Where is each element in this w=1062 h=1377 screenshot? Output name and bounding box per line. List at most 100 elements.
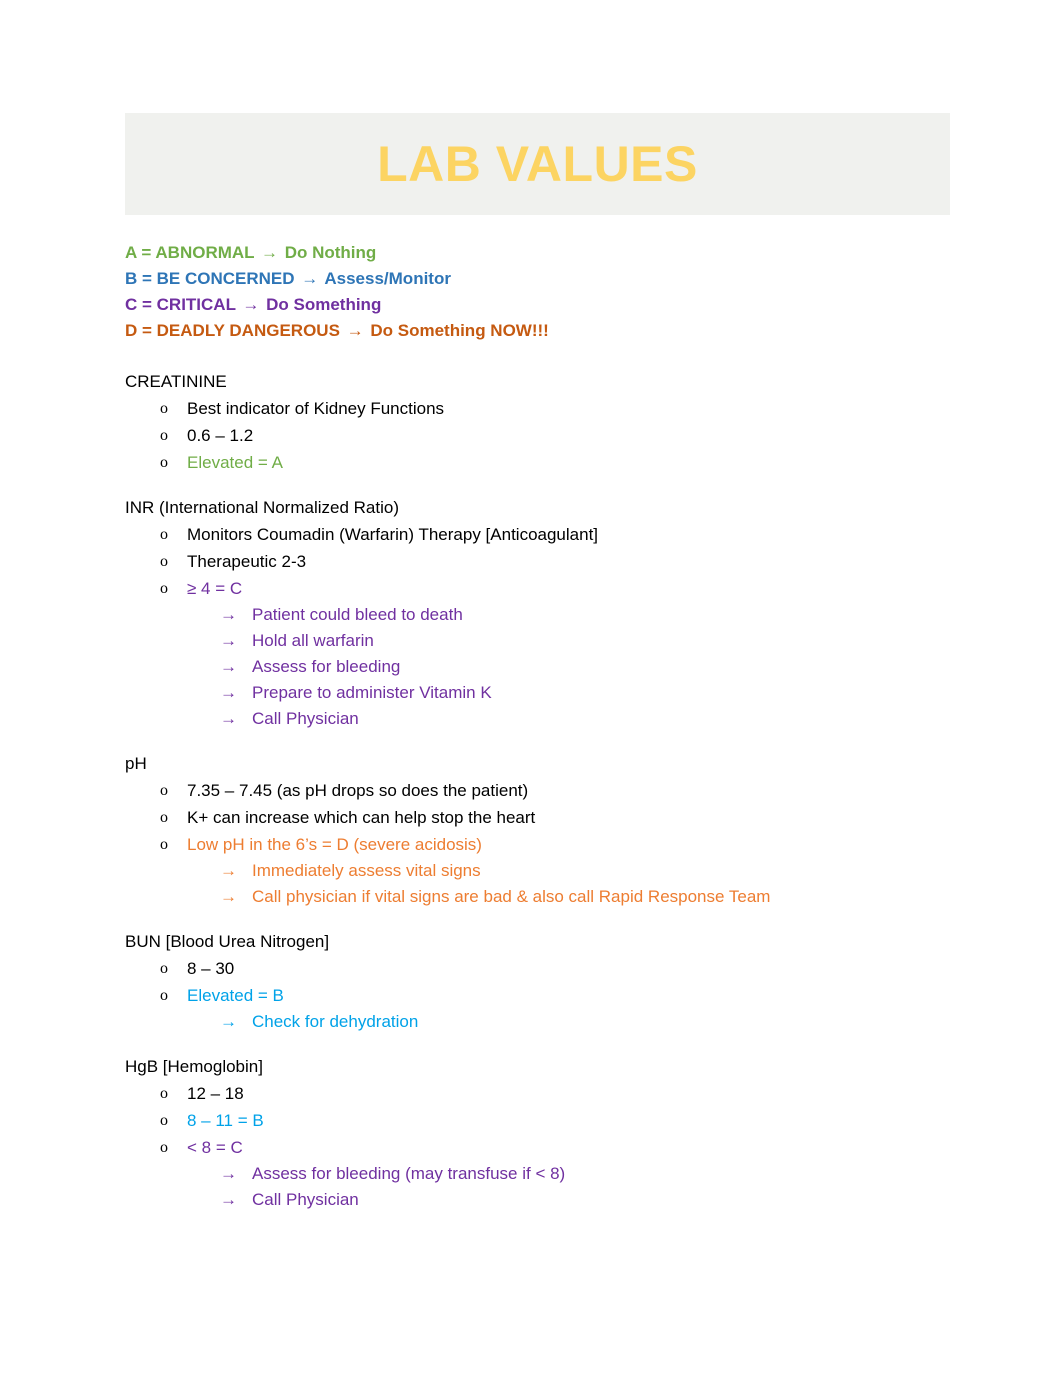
lab-values-content: CREATININE o Best indicator of Kidney Func… [125, 368, 1005, 1231]
lab-bullet-list: o 12 – 18 o 8 – 11 = B o < 8 = C → Assess for b… [125, 1080, 1005, 1213]
title-banner: LAB VALUES [125, 113, 950, 215]
list-item-label: ≥ 4 = C [187, 579, 243, 598]
list-item-label: 8 – 11 = B [187, 1111, 264, 1130]
arrow-right-icon: → [220, 1164, 237, 1183]
arrow-right-icon: → [220, 631, 237, 650]
bullet-marker-icon: o [160, 427, 168, 444]
sub-list-item-label: Call Physician [252, 709, 359, 728]
sub-list-item-label: Check for dehydration [252, 1012, 419, 1031]
list-item-label: 12 – 18 [187, 1084, 244, 1103]
list-item: o Therapeutic 2-3 [125, 548, 1005, 575]
bullet-marker-icon: o [160, 1085, 168, 1102]
list-item: o Elevated = B [125, 982, 1005, 1009]
bullet-marker-icon: o [160, 400, 168, 417]
lab-section-heading: pH [125, 754, 147, 773]
sub-list-item: → Patient could bleed to death [125, 602, 1005, 628]
legend-item: C = CRITICAL → Do Something [125, 292, 925, 318]
lab-section-heading: INR (International Normalized Ratio) [125, 498, 399, 517]
list-item: o ≥ 4 = C [125, 575, 1005, 602]
legend-action: Do Something [261, 295, 382, 314]
sub-list-item: → Check for dehydration [125, 1009, 1005, 1035]
list-item: o Low pH in the 6’s = D (severe acidosis) [125, 831, 1005, 858]
sub-list-container: → Patient could bleed to death → Hold all w… [125, 602, 1005, 732]
legend-item: A = ABNORMAL → Do Nothing [125, 240, 925, 266]
lab-section: CREATININE o Best indicator of Kidney Func… [125, 368, 1005, 476]
sub-list-item: → Prepare to administer Vitamin K [125, 680, 1005, 706]
list-item: o 8 – 30 [125, 955, 1005, 982]
sub-list-item: → Call Physician [125, 706, 1005, 732]
lab-sub-bullet-list: → Patient could bleed to death → Hold all w… [125, 602, 1005, 732]
arrow-right-icon: → [301, 269, 319, 288]
legend-action: Do Something NOW!!! [365, 321, 549, 340]
list-item: o Monitors Coumadin (Warfarin) Therapy [A… [125, 521, 1005, 548]
bullet-marker-icon: o [160, 960, 168, 977]
lab-section: HgB [Hemoglobin] o 12 – 18 o 8 – 11 = B o < 8 … [125, 1053, 1005, 1213]
list-item: o K+ can increase which can help stop the… [125, 804, 1005, 831]
sub-list-item: → Assess for bleeding (may transfuse if <… [125, 1161, 1005, 1187]
arrow-right-icon: → [220, 683, 237, 702]
arrow-right-icon: → [220, 1012, 237, 1031]
arrow-right-icon: → [220, 605, 237, 624]
bullet-marker-icon: o [160, 836, 168, 853]
arrow-right-icon: → [220, 1190, 237, 1209]
sub-list-item-label: Call Physician [252, 1190, 359, 1209]
arrow-right-icon: → [220, 861, 237, 880]
sub-list-item-label: Prepare to administer Vitamin K [252, 683, 492, 702]
list-item: o 0.6 – 1.2 [125, 422, 1005, 449]
sub-list-item: → Call physician if vital signs are bad &… [125, 884, 1005, 910]
list-item-label: Elevated = B [187, 986, 284, 1005]
list-item: o 12 – 18 [125, 1080, 1005, 1107]
list-item: o Best indicator of Kidney Functions [125, 395, 1005, 422]
legend-code: D = DEADLY DANGEROUS [125, 321, 345, 340]
list-item-label: Elevated = A [187, 453, 283, 472]
list-item-label: < 8 = C [187, 1138, 243, 1157]
arrow-right-icon: → [242, 295, 260, 314]
bullet-marker-icon: o [160, 809, 168, 826]
sub-list-item: → Hold all warfarin [125, 628, 1005, 654]
lab-section: pH o 7.35 – 7.45 (as pH drops so does the … [125, 750, 1005, 910]
lab-section-heading: HgB [Hemoglobin] [125, 1057, 263, 1076]
legend-item: B = BE CONCERNED → Assess/Monitor [125, 266, 925, 292]
arrow-right-icon: → [260, 243, 278, 262]
lab-sub-bullet-list: → Check for dehydration [125, 1009, 1005, 1035]
lab-section: INR (International Normalized Ratio) o Mon… [125, 494, 1005, 732]
bullet-marker-icon: o [160, 454, 168, 471]
sub-list-item-label: Hold all warfarin [252, 631, 374, 650]
bullet-marker-icon: o [160, 580, 168, 597]
arrow-right-icon: → [220, 709, 237, 728]
sub-list-item-label: Assess for bleeding (may transfuse if < … [252, 1164, 566, 1183]
lab-sub-bullet-list: → Immediately assess vital signs → Call phy… [125, 858, 1005, 910]
list-item-label: K+ can increase which can help stop the … [187, 808, 536, 827]
sub-list-item-label: Assess for bleeding [252, 657, 401, 676]
page-title: LAB VALUES [377, 136, 698, 192]
sub-list-item-label: Immediately assess vital signs [252, 861, 481, 880]
lab-bullet-list: o Best indicator of Kidney Functions o 0.6 … [125, 395, 1005, 476]
lab-section-heading: BUN [Blood Urea Nitrogen] [125, 932, 330, 951]
legend-item: D = DEADLY DANGEROUS → Do Something NOW!… [125, 318, 925, 344]
arrow-right-icon: → [220, 657, 237, 676]
list-item-label: 7.35 – 7.45 (as pH drops so does the pat… [187, 781, 529, 800]
sub-list-item-label: Call physician if vital signs are bad & … [252, 887, 771, 906]
bullet-marker-icon: o [160, 526, 168, 543]
list-item: o 8 – 11 = B [125, 1107, 1005, 1134]
lab-bullet-list: o 7.35 – 7.45 (as pH drops so does the pa… [125, 777, 1005, 910]
sub-list-container: → Immediately assess vital signs → Call phy… [125, 858, 1005, 910]
lab-sub-bullet-list: → Assess for bleeding (may transfuse if <… [125, 1161, 1005, 1213]
arrow-right-icon: → [220, 887, 237, 906]
lab-bullet-list: o Monitors Coumadin (Warfarin) Therapy [A… [125, 521, 1005, 732]
list-item: o < 8 = C [125, 1134, 1005, 1161]
arrow-right-icon: → [346, 321, 364, 340]
sub-list-item: → Call Physician [125, 1187, 1005, 1213]
list-item: o Elevated = A [125, 449, 1005, 476]
bullet-marker-icon: o [160, 1139, 168, 1156]
bullet-marker-icon: o [160, 1112, 168, 1129]
legend-code: A = ABNORMAL [125, 243, 259, 262]
sub-list-container: → Check for dehydration [125, 1009, 1005, 1035]
legend-action: Do Nothing [279, 243, 377, 262]
sub-list-item: → Assess for bleeding [125, 654, 1005, 680]
list-item-label: 8 – 30 [187, 959, 235, 978]
list-item-label: Therapeutic 2-3 [187, 552, 307, 571]
bullet-marker-icon: o [160, 782, 168, 799]
list-item-label: Low pH in the 6’s = D (severe acidosis) [187, 835, 482, 854]
bullet-marker-icon: o [160, 987, 168, 1004]
